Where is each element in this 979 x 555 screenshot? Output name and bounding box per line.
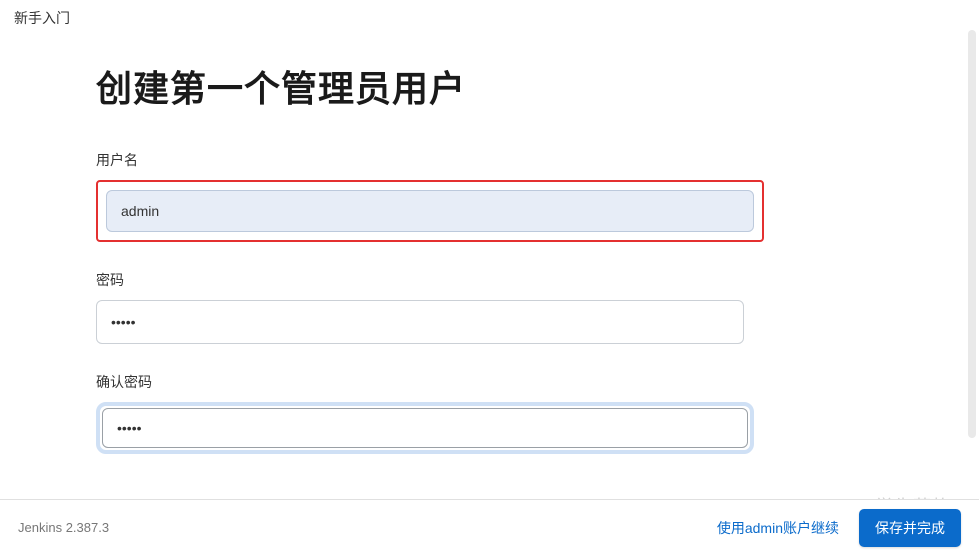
username-highlight	[96, 180, 764, 242]
footer-actions: 使用admin账户继续 保存并完成	[717, 509, 961, 547]
content-area: 创建第一个管理员用户 用户名 密码 确认密码	[0, 30, 965, 495]
confirm-password-input[interactable]	[102, 408, 748, 448]
password-field: 密码	[96, 270, 750, 344]
skip-link[interactable]: 使用admin账户继续	[717, 518, 839, 538]
confirm-password-focus-ring	[96, 402, 754, 454]
confirm-password-field: 确认密码	[96, 372, 750, 454]
scrollbar[interactable]	[968, 30, 976, 438]
password-label: 密码	[96, 270, 750, 290]
confirm-password-label: 确认密码	[96, 372, 750, 392]
save-button[interactable]: 保存并完成	[859, 509, 961, 547]
setup-form: 创建第一个管理员用户 用户名 密码 确认密码	[0, 30, 750, 495]
page-title: 创建第一个管理员用户	[96, 60, 750, 112]
footer: Jenkins 2.387.3 使用admin账户继续 保存并完成	[0, 499, 979, 555]
password-input[interactable]	[96, 300, 744, 344]
username-input[interactable]	[106, 190, 754, 232]
username-label: 用户名	[96, 150, 750, 170]
username-field: 用户名	[96, 150, 750, 242]
breadcrumb-text: 新手入门	[14, 10, 70, 26]
version-label: Jenkins 2.387.3	[18, 520, 109, 535]
